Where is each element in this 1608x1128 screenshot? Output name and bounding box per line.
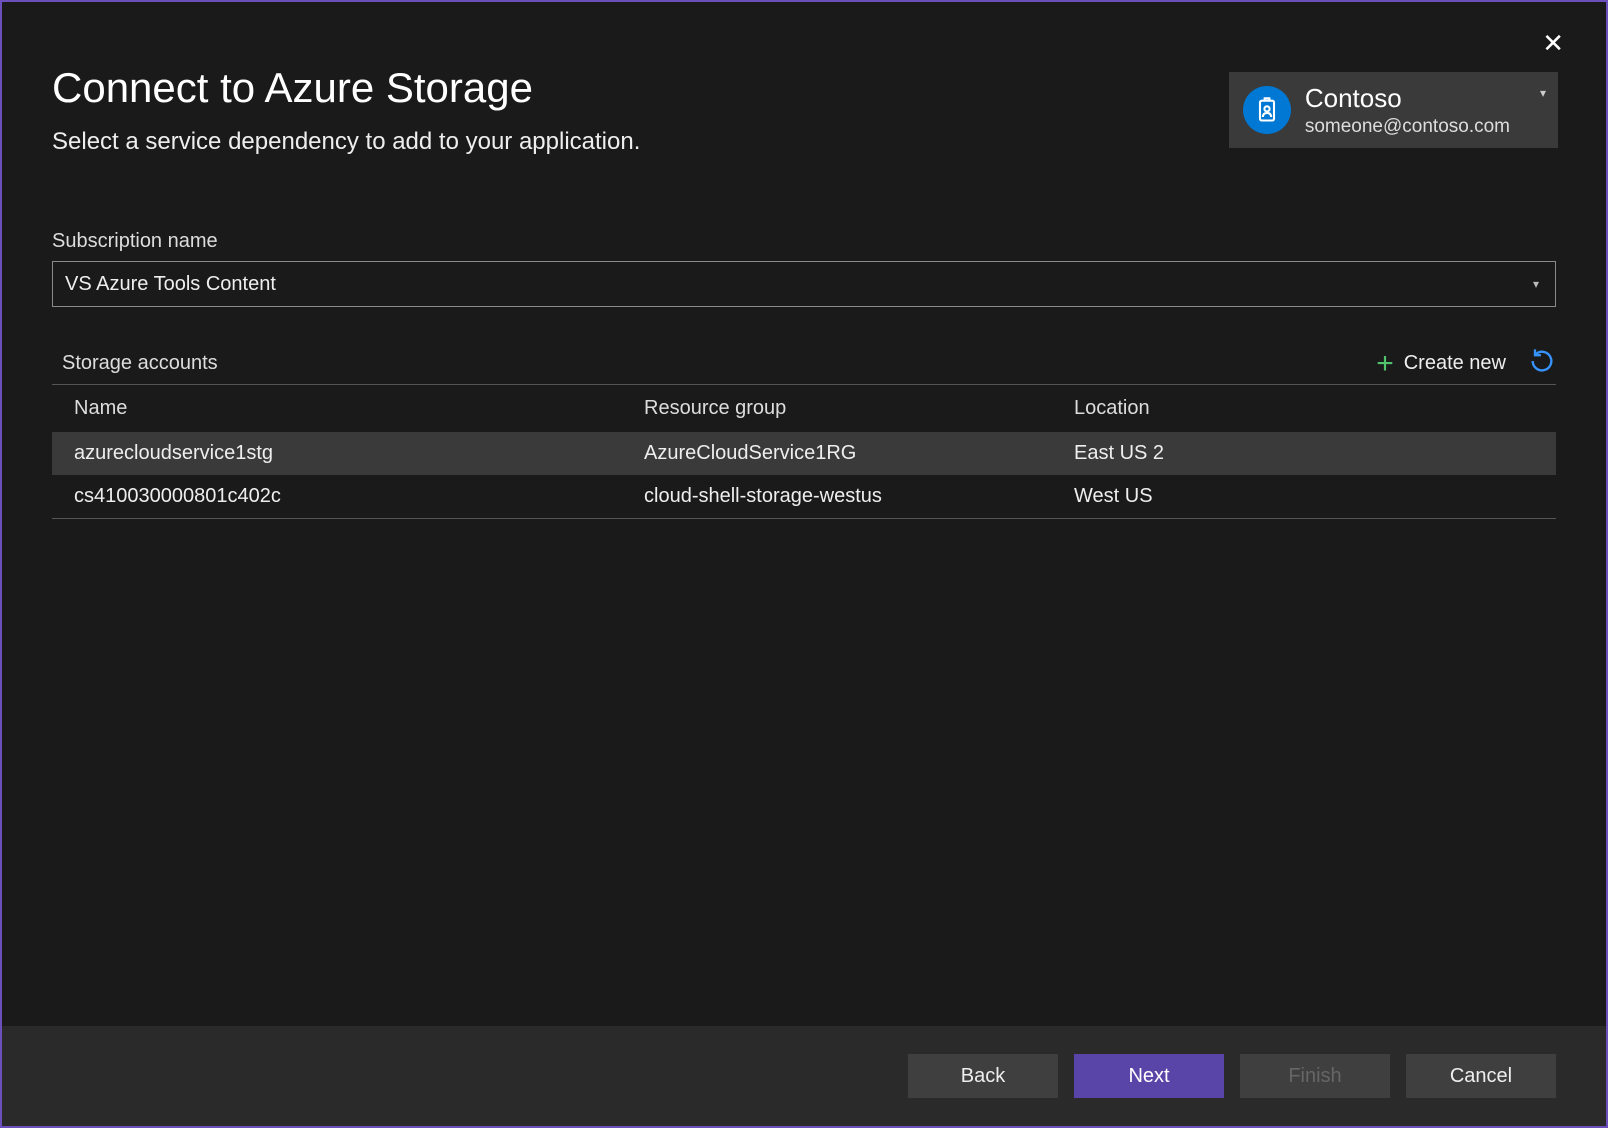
account-email-label: someone@contoso.com [1305, 115, 1510, 139]
dialog-body: ✕ Contoso someone@contoso.com ▾ Connect … [2, 2, 1606, 1026]
create-new-label: Create new [1404, 352, 1506, 375]
dialog-footer: Back Next Finish Cancel [2, 1026, 1606, 1126]
column-header-location[interactable]: Location [1074, 397, 1556, 420]
dialog-container: ✕ Contoso someone@contoso.com ▾ Connect … [0, 0, 1608, 1128]
cell-name: azurecloudservice1stg [74, 442, 644, 465]
cell-resource-group: AzureCloudService1RG [644, 442, 1074, 465]
refresh-icon [1528, 347, 1556, 375]
section-header: Storage accounts + Create new [52, 347, 1556, 380]
cell-resource-group: cloud-shell-storage-westus [644, 485, 1074, 508]
cancel-button[interactable]: Cancel [1406, 1054, 1556, 1098]
back-button[interactable]: Back [908, 1054, 1058, 1098]
close-icon: ✕ [1542, 28, 1564, 58]
table-header-row: Name Resource group Location [52, 385, 1556, 432]
cell-name: cs410030000801c402c [74, 485, 644, 508]
table-body: azurecloudservice1stgAzureCloudService1R… [52, 432, 1556, 518]
subscription-dropdown[interactable]: VS Azure Tools Content ▾ [52, 261, 1556, 307]
account-avatar [1243, 86, 1291, 134]
chevron-down-icon: ▾ [1540, 86, 1546, 100]
cell-location: East US 2 [1074, 442, 1556, 465]
storage-accounts-label: Storage accounts [52, 352, 218, 375]
close-button[interactable]: ✕ [1532, 26, 1574, 60]
subscription-label: Subscription name [52, 230, 1556, 253]
refresh-button[interactable] [1528, 347, 1556, 380]
account-text: Contoso someone@contoso.com [1305, 82, 1510, 138]
account-org-label: Contoso [1305, 82, 1510, 115]
account-selector[interactable]: Contoso someone@contoso.com ▾ [1229, 72, 1558, 148]
column-header-resource-group[interactable]: Resource group [644, 397, 1074, 420]
table-row[interactable]: azurecloudservice1stgAzureCloudService1R… [52, 432, 1556, 475]
storage-accounts-section: Storage accounts + Create new [52, 347, 1556, 519]
storage-accounts-table: Name Resource group Location azureclouds… [52, 384, 1556, 519]
chevron-down-icon: ▾ [1533, 277, 1539, 291]
subscription-selected-value: VS Azure Tools Content [65, 273, 276, 296]
cell-location: West US [1074, 485, 1556, 508]
plus-icon: + [1376, 349, 1394, 379]
column-header-name[interactable]: Name [74, 397, 644, 420]
section-actions: + Create new [1376, 347, 1556, 380]
finish-button: Finish [1240, 1054, 1390, 1098]
next-button[interactable]: Next [1074, 1054, 1224, 1098]
create-new-button[interactable]: + Create new [1376, 349, 1506, 379]
id-badge-icon [1253, 96, 1281, 124]
table-row[interactable]: cs410030000801c402ccloud-shell-storage-w… [52, 475, 1556, 518]
